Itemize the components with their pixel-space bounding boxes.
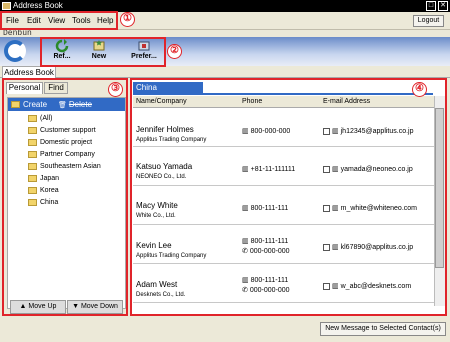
tab-strip	[0, 66, 450, 78]
maximize-icon[interactable]: □	[426, 1, 436, 11]
callout-box-1	[0, 11, 118, 30]
callout-box-3	[2, 78, 128, 316]
close-icon[interactable]: ✕	[438, 1, 448, 11]
logout-button[interactable]: Logout	[413, 15, 444, 27]
callout-number-1: ①	[120, 12, 135, 27]
window-title: Address Book	[13, 1, 63, 10]
logo-icon	[4, 40, 26, 62]
callout-number-3: ③	[108, 82, 123, 97]
callout-box-2	[40, 37, 166, 67]
brand-name: Denbun	[3, 29, 32, 38]
new-message-button[interactable]: New Message to Selected Contact(s)	[320, 322, 446, 336]
callout-number-2: ②	[167, 44, 182, 59]
tab-address-book[interactable]: Address Book	[2, 66, 56, 78]
app-icon	[2, 2, 11, 10]
callout-box-4	[130, 78, 447, 316]
callout-number-4: ④	[412, 82, 427, 97]
